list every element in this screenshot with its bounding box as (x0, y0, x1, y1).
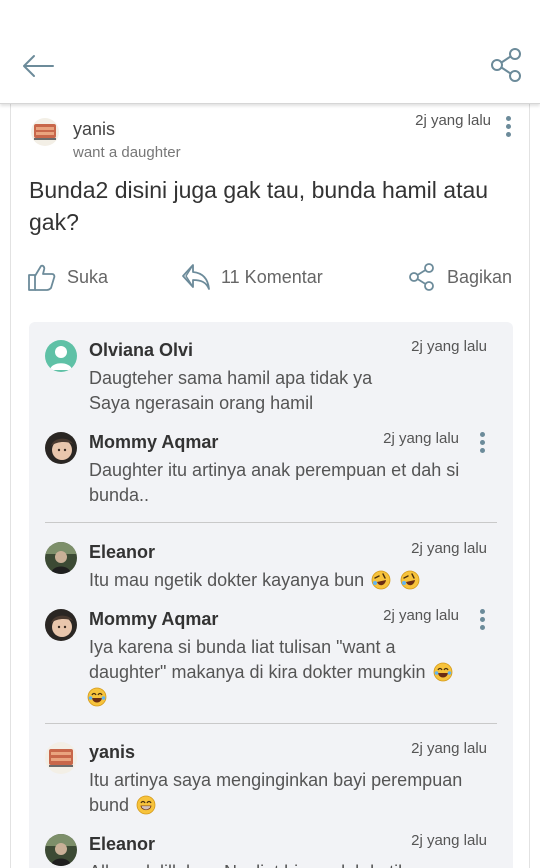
comment-item: Mommy Aqmar 2j yang lalu Iya karena si b… (29, 607, 513, 710)
share-post-button[interactable]: Bagikan (407, 262, 512, 292)
comment-button[interactable]: 11 Komentar (181, 262, 323, 292)
avatar[interactable] (45, 609, 77, 641)
baby-photo-avatar (45, 609, 77, 641)
comment-text: Itu artinya saya menginginkan bayi perem… (89, 768, 489, 818)
comment-timestamp: 2j yang lalu (383, 607, 459, 624)
comment-author[interactable]: Olviana Olvi (89, 340, 193, 361)
avatar[interactable] (45, 542, 77, 574)
avatar[interactable] (45, 432, 77, 464)
comment-menu-button[interactable] (473, 430, 493, 456)
post-author-name[interactable]: yanis (73, 119, 115, 140)
comment-line: Itu artinya saya menginginkan bayi perem… (89, 770, 463, 790)
tears-of-joy-emoji (87, 687, 107, 707)
comment-line: bunda.. (89, 485, 150, 505)
comment-line: daughter" makanya di kira dokter mungkin (89, 662, 426, 682)
rolling-laughing-emoji (400, 570, 420, 590)
share-button[interactable] (488, 46, 526, 84)
comment-line: bund (89, 795, 130, 815)
thumbs-up-icon (28, 264, 56, 291)
comment-author[interactable]: yanis (89, 742, 135, 763)
rolling-laughing-emoji (371, 570, 391, 590)
comment-line: Itu mau ngetik dokter kayanya bun (89, 570, 365, 590)
post-timestamp: 2j yang lalu (415, 112, 491, 129)
comment-text: Iya karena si bunda liat tulisan "want a… (87, 635, 489, 710)
comment-author[interactable]: Mommy Aqmar (89, 609, 218, 630)
post-card: yanis want a daughter 2j yang lalu Bunda… (10, 104, 530, 868)
comment-timestamp: 2j yang lalu (411, 540, 487, 557)
top-app-bar (0, 0, 540, 104)
comment-item: Eleanor 2j yang lalu Alhamdulillah … Nya… (29, 832, 513, 868)
post-author-subtitle: want a daughter (73, 144, 181, 161)
share-label: Bagikan (447, 266, 513, 287)
comment-author[interactable]: Eleanor (89, 834, 155, 855)
post-menu-button[interactable] (499, 114, 519, 140)
comment-timestamp: 2j yang lalu (383, 430, 459, 447)
comment-text: Itu mau ngetik dokter kayanya bun (89, 568, 489, 593)
comment-item: yanis 2j yang lalu Itu artinya saya meng… (29, 740, 513, 822)
like-button[interactable]: Suka (27, 262, 108, 292)
grinning-emoji (136, 795, 156, 815)
avatar[interactable] (45, 340, 77, 372)
comment-author[interactable]: Mommy Aqmar (89, 432, 218, 453)
comment-line: Alhamdulillah … Nyaliat bisa salah ketik (89, 860, 489, 868)
post-body-text: Bunda2 disini juga gak tau, bunda hamil … (29, 177, 489, 235)
comment-menu-button[interactable] (473, 607, 493, 633)
comment-line: Daugteher sama hamil apa tidak ya (89, 368, 373, 388)
reply-arrow-icon (182, 264, 210, 290)
avatar[interactable] (45, 742, 77, 774)
comment-line: Daughter itu artinya anak perempuan et d… (89, 460, 460, 480)
share-icon (409, 263, 434, 291)
thread-divider (45, 723, 497, 724)
comment-author[interactable]: Eleanor (89, 542, 155, 563)
tears-of-joy-emoji (433, 662, 453, 682)
avatar[interactable] (45, 834, 77, 866)
thread-divider (45, 522, 497, 523)
avatar[interactable] (31, 118, 59, 146)
comment-timestamp: 2j yang lalu (411, 740, 487, 757)
share-icon (491, 48, 521, 82)
comments-count-label: 11 Komentar (221, 266, 323, 287)
user-avatar-image (45, 742, 77, 774)
photo-avatar (45, 542, 77, 574)
comment-text: Daughter itu artinya anak perempuan et d… (89, 458, 489, 508)
arrow-left-icon (23, 55, 54, 77)
comment-item: Mommy Aqmar 2j yang lalu Daughter itu ar… (29, 430, 513, 512)
comment-line: Saya ngerasain orang hamil (89, 393, 314, 413)
baby-photo-avatar (45, 432, 77, 464)
default-user-icon (45, 340, 77, 372)
back-button[interactable] (20, 48, 56, 84)
comment-line: Iya karena si bunda liat tulisan "want a (89, 637, 396, 657)
comment-text: Alhamdulillah … Nyaliat bisa salah ketik (89, 860, 489, 868)
comment-timestamp: 2j yang lalu (411, 832, 487, 849)
like-label: Suka (67, 266, 109, 287)
comments-section: Olviana Olvi 2j yang lalu Daugteher sama… (29, 322, 513, 868)
comment-timestamp: 2j yang lalu (411, 338, 487, 355)
user-avatar-image (31, 118, 59, 146)
photo-avatar (45, 834, 77, 866)
comment-item: Olviana Olvi 2j yang lalu Daugteher sama… (29, 338, 513, 420)
comment-text: Daugteher sama hamil apa tidak ya Saya n… (89, 366, 489, 416)
comment-item: Eleanor 2j yang lalu Itu mau ngetik dokt… (29, 540, 513, 598)
